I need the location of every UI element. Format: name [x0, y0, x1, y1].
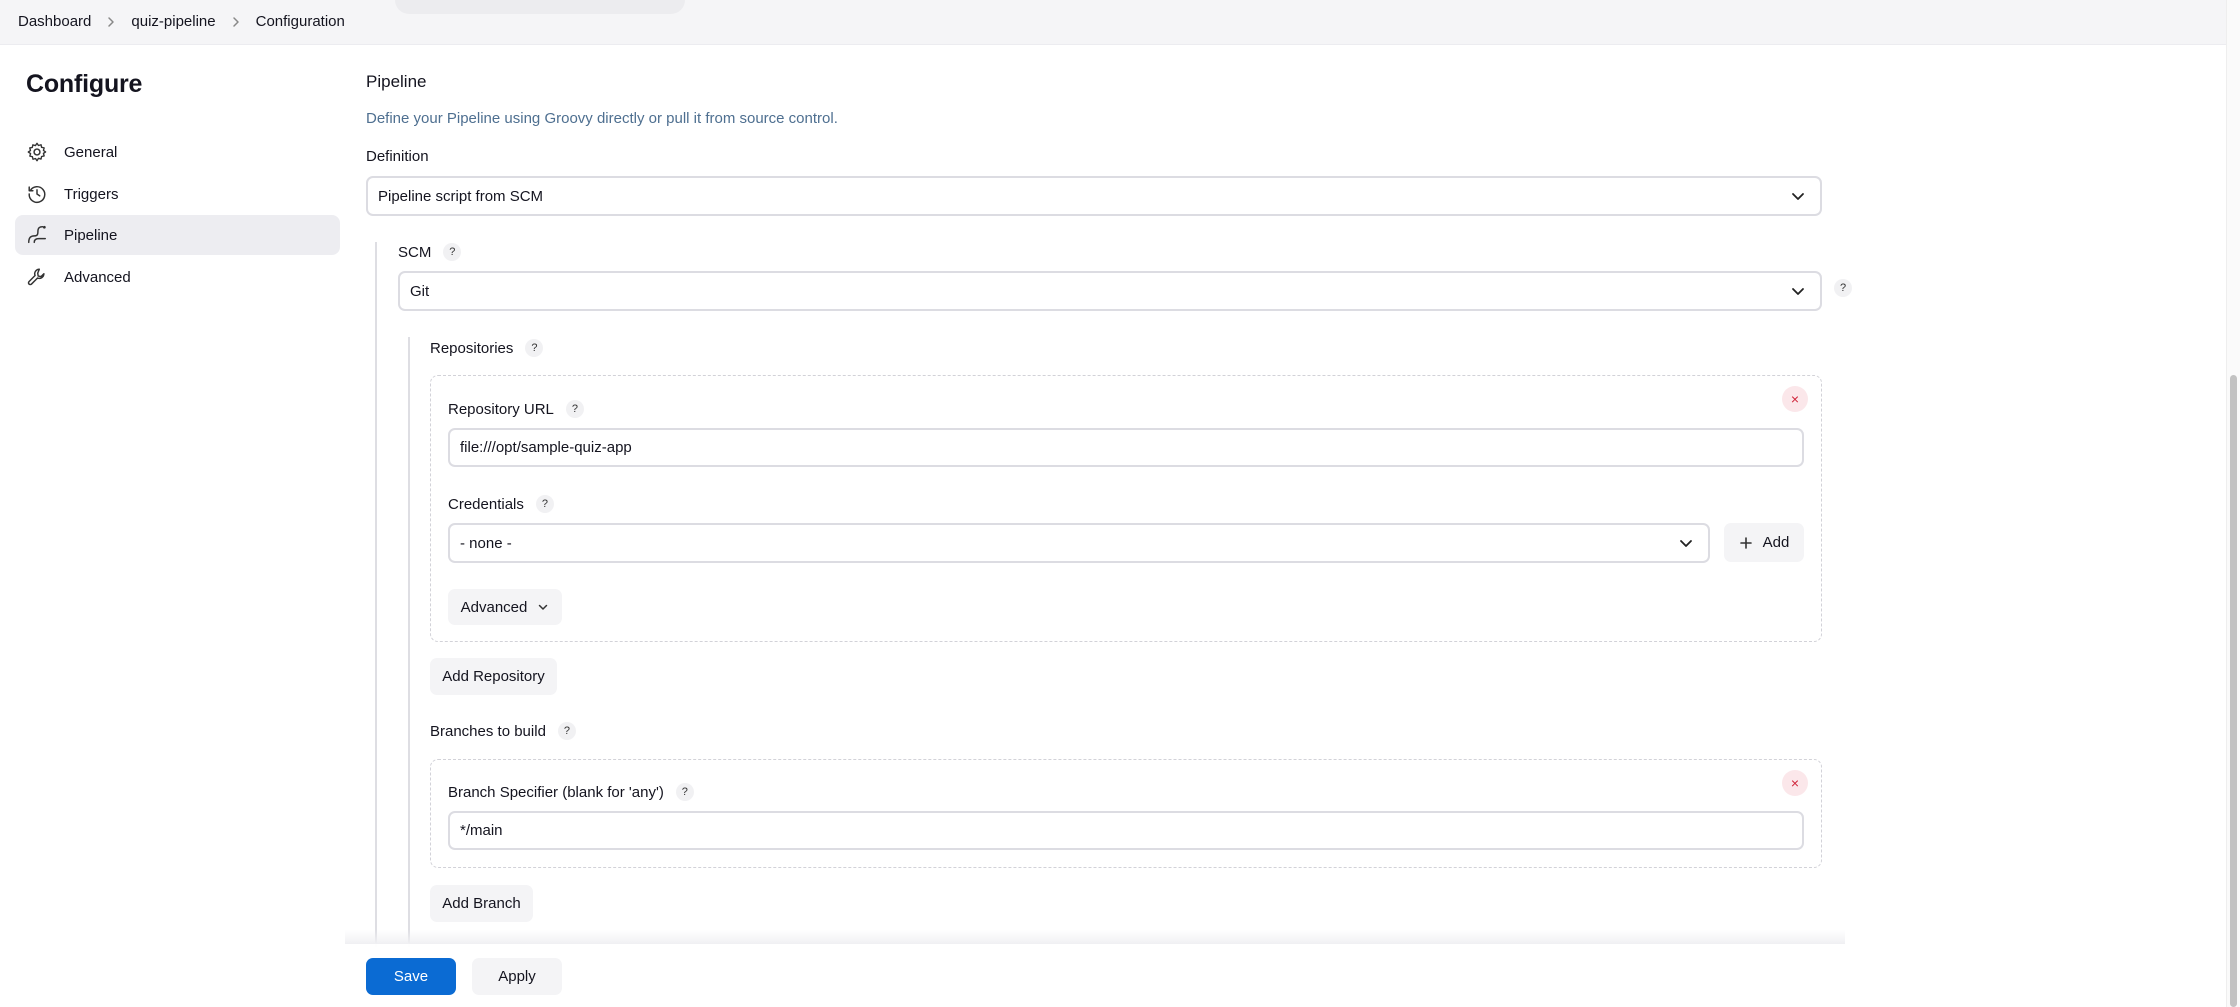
repository-url-label-text: Repository URL [448, 400, 554, 418]
action-bar [345, 944, 1845, 1007]
definition-value: Pipeline script from SCM [378, 187, 544, 205]
gear-icon [26, 141, 48, 163]
sidebar-item-general[interactable]: General [15, 132, 340, 172]
credentials-help-icon[interactable]: ? [535, 495, 554, 513]
branches-label: Branches to build ? [430, 722, 576, 740]
branch-specifier-value: */main [460, 822, 503, 839]
scm-value: Git [410, 282, 430, 300]
sidebar-item-label: General [64, 143, 118, 161]
definition-select[interactable]: Pipeline script from SCM [366, 176, 1822, 216]
scm-label-text: SCM [398, 243, 432, 261]
scm-select[interactable]: Git [398, 271, 1822, 311]
repository-url-value: file:///opt/sample-quiz-app [460, 439, 632, 456]
advanced-toggle-label: Advanced [460, 598, 528, 616]
scm-group-line [375, 242, 377, 947]
chevron-down-icon [1792, 288, 1804, 295]
credentials-select[interactable]: - none - [448, 523, 1710, 563]
sidebar-item-label: Triggers [64, 185, 119, 203]
save-button[interactable]: Save [366, 958, 456, 995]
repositories-label: Repositories ? [430, 339, 544, 357]
breadcrumb-dashboard[interactable]: Dashboard [18, 13, 91, 30]
plus-icon [1739, 536, 1752, 549]
scm-help-icon[interactable]: ? [443, 243, 462, 261]
chevron-down-icon [1792, 193, 1804, 200]
pipeline-icon [26, 224, 48, 246]
pipeline-description: Define your Pipeline using Groovy direct… [366, 110, 838, 127]
add-branch-button[interactable]: Add Branch [430, 885, 533, 922]
credentials-value: - none - [460, 534, 512, 552]
chevron-down-icon [1680, 540, 1692, 547]
wrench-icon [26, 266, 48, 288]
scrollbar-thumb[interactable] [2230, 375, 2237, 1007]
breadcrumb-quiz-pipeline[interactable]: quiz-pipeline [131, 13, 215, 30]
chevron-right-icon [232, 16, 239, 27]
sidebar-item-label: Advanced [64, 268, 131, 286]
remove-repository-button[interactable]: × [1782, 386, 1808, 412]
remove-branch-button[interactable]: × [1782, 770, 1808, 796]
add-credentials-button[interactable]: Add [1724, 523, 1804, 562]
scm-select-help-icon[interactable]: ? [1834, 279, 1852, 297]
add-repository-button[interactable]: Add Repository [430, 658, 557, 695]
breadcrumb: Dashboard quiz-pipeline Configuration [18, 13, 345, 30]
section-heading-pipeline: Pipeline [366, 72, 427, 91]
branch-specifier-label-text: Branch Specifier (blank for 'any') [448, 783, 664, 801]
advanced-toggle-button[interactable]: Advanced [448, 589, 562, 625]
sidebar-item-label: Pipeline [64, 226, 118, 244]
credentials-label-text: Credentials [448, 495, 524, 513]
repository-url-input[interactable]: file:///opt/sample-quiz-app [448, 428, 1804, 467]
chevron-right-icon [108, 16, 115, 27]
sidebar-item-advanced[interactable]: Advanced [15, 257, 340, 297]
repositories-group-line [408, 337, 410, 947]
chevron-down-icon [539, 604, 548, 610]
branch-specifier-label: Branch Specifier (blank for 'any') ? [448, 783, 694, 801]
branch-specifier-help-icon[interactable]: ? [675, 783, 694, 801]
breadcrumb-configuration[interactable]: Configuration [256, 13, 345, 30]
breadcrumb-bar: Dashboard quiz-pipeline Configuration [0, 0, 2226, 45]
apply-button[interactable]: Apply [472, 958, 562, 995]
action-bar-shadow [345, 930, 1845, 944]
sidebar-item-triggers[interactable]: Triggers [15, 174, 340, 214]
branch-specifier-input[interactable]: */main [448, 811, 1804, 850]
repository-url-help-icon[interactable]: ? [565, 400, 584, 418]
header-tab-ghost [395, 0, 685, 14]
clock-icon [26, 183, 48, 205]
scm-label: SCM ? [398, 243, 462, 261]
branches-help-icon[interactable]: ? [557, 722, 576, 740]
repository-card [430, 375, 1822, 642]
repository-url-label: Repository URL ? [448, 400, 584, 418]
credentials-label: Credentials ? [448, 495, 554, 513]
repositories-label-text: Repositories [430, 339, 514, 357]
repositories-help-icon[interactable]: ? [525, 339, 544, 357]
branches-label-text: Branches to build [430, 722, 546, 740]
sidebar-item-pipeline[interactable]: Pipeline [15, 215, 340, 255]
add-credentials-label: Add [1762, 534, 1790, 551]
sidebar-title: Configure [26, 70, 143, 98]
definition-label: Definition [366, 148, 429, 165]
